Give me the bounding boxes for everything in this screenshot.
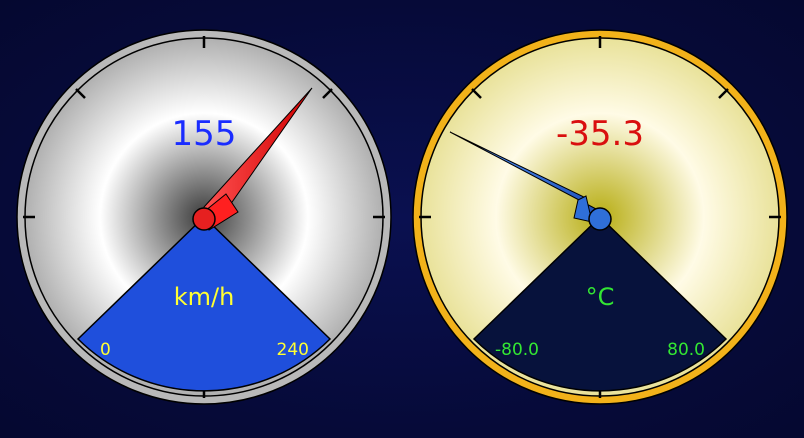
- temperature-min-label: -80.0: [495, 340, 539, 360]
- temperature-unit: °C: [586, 283, 615, 311]
- temperature-needle-hub: [588, 207, 612, 231]
- speed-value: 155: [172, 114, 237, 154]
- temperature-max-label: 80.0: [667, 340, 705, 360]
- speed-max-label: 240: [277, 340, 309, 360]
- gauges-panel: 155 km/h 0 240 -35.3 °C -80.0 80.0: [16, 29, 788, 405]
- speed-min-label: 0: [100, 340, 111, 360]
- temperature-gauge: -35.3 °C -80.0 80.0: [412, 29, 788, 405]
- speed-needle-hub: [192, 207, 216, 231]
- speed-unit: km/h: [174, 283, 235, 311]
- temperature-value: -35.3: [556, 114, 644, 154]
- speed-gauge: 155 km/h 0 240: [16, 29, 392, 405]
